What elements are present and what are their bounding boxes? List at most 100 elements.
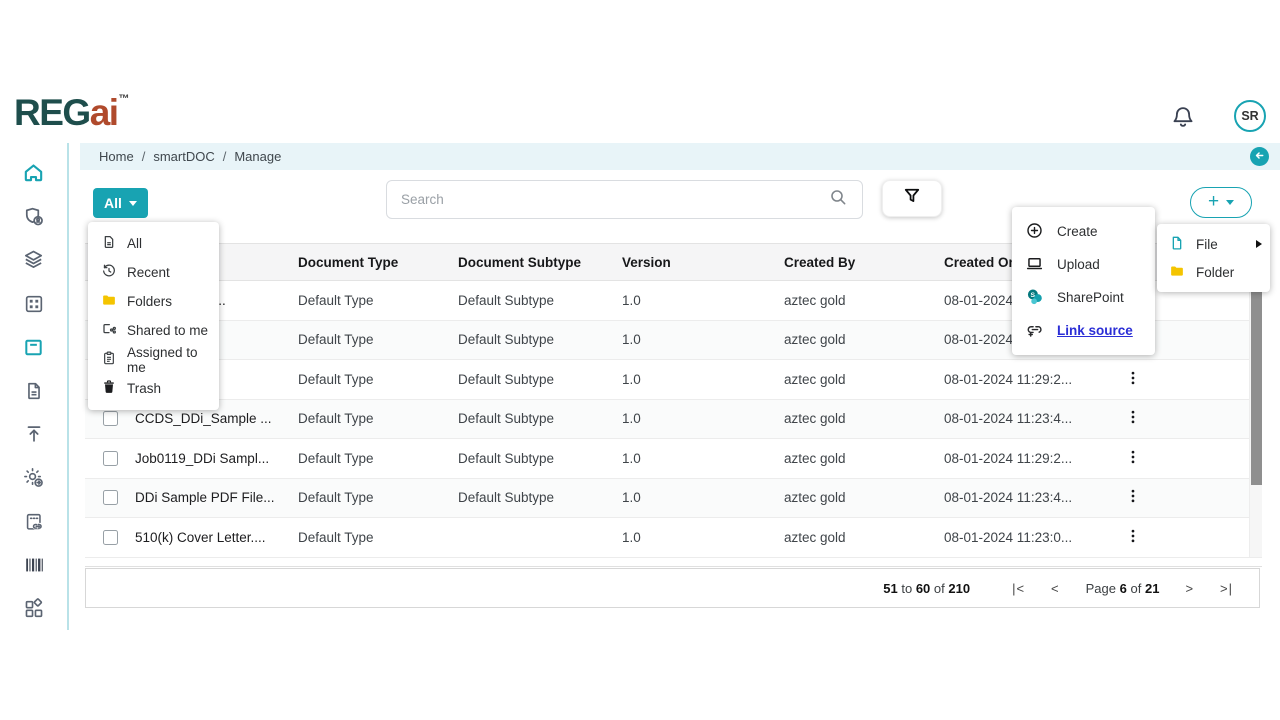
- sidebar-item-components[interactable]: [0, 587, 67, 631]
- pagination-bar: 51 to 60 of 210 |< < Page 6 of 21 > >|: [85, 568, 1260, 608]
- cell-created-by: aztec gold: [784, 372, 944, 387]
- menu-item-assigned-to-me[interactable]: Assigned to me: [88, 345, 219, 374]
- sidebar-item-home[interactable]: [0, 151, 67, 195]
- kebab-icon[interactable]: [1126, 408, 1140, 429]
- cell-created-on: 08-01-2024 11:29:2...: [944, 372, 1122, 387]
- scrollbar-thumb[interactable]: [1251, 287, 1262, 485]
- barcode-icon: [23, 554, 45, 576]
- app-logo: REGai™: [14, 94, 130, 131]
- cell-type: Default Type: [298, 530, 458, 545]
- logo-primary: REG: [14, 92, 90, 133]
- table-row[interactable]: DDi Sample PDF File... Default Type Defa…: [85, 479, 1262, 519]
- menu-item-sharepoint[interactable]: S SharePoint: [1012, 281, 1155, 314]
- sidebar-item-layers[interactable]: [0, 238, 67, 282]
- sidebar-item-apps[interactable]: [0, 282, 67, 326]
- last-page-button[interactable]: >|: [1220, 581, 1233, 596]
- table-row[interactable]: CCDS_DDi... Default Type Default Subtype…: [85, 360, 1262, 400]
- cell-subtype: Default Subtype: [458, 372, 622, 387]
- sidebar-item-documents[interactable]: [0, 325, 67, 369]
- row-checkbox[interactable]: [103, 530, 118, 545]
- menu-item-trash[interactable]: Trash: [88, 374, 219, 403]
- breadcrumb-manage[interactable]: Manage: [234, 149, 281, 164]
- search-input[interactable]: [401, 192, 828, 207]
- cell-name: DDi Sample PDF File...: [135, 490, 298, 505]
- cell-created-by: aztec gold: [784, 451, 944, 466]
- sidebar-item-barcode[interactable]: [0, 543, 67, 587]
- page-total: 21: [1145, 581, 1159, 596]
- notifications-button[interactable]: [1170, 103, 1196, 131]
- menu-item-label: Shared to me: [127, 323, 208, 338]
- avatar[interactable]: SR: [1234, 100, 1266, 132]
- next-page-button[interactable]: >: [1185, 581, 1194, 596]
- cell-subtype: Default Subtype: [458, 451, 622, 466]
- laptop-icon: [1025, 254, 1044, 276]
- column-header-subtype[interactable]: Document Subtype: [458, 255, 622, 270]
- link-plus-icon: [1025, 320, 1044, 342]
- menu-item-label[interactable]: Link source: [1057, 323, 1133, 338]
- sidebar-item-settings[interactable]: [0, 456, 67, 500]
- table-row[interactable]: 510(k) Cover Letter.... Default Type 1.0…: [85, 518, 1262, 558]
- chevron-down-icon: [129, 201, 137, 206]
- plus-icon: +: [1208, 192, 1219, 211]
- kebab-icon[interactable]: [1126, 527, 1140, 548]
- column-header-created-by[interactable]: Created By: [784, 255, 944, 270]
- cell-created-on: 08-01-2024 11:29:2...: [944, 451, 1122, 466]
- sidebar-item-doc-link[interactable]: [0, 500, 67, 544]
- cell-created-on: 08-01-2024 11:23:0...: [944, 530, 1122, 545]
- filter-button[interactable]: [882, 180, 942, 217]
- breadcrumb-smartdoc[interactable]: smartDOC: [153, 149, 214, 164]
- kebab-icon[interactable]: [1126, 448, 1140, 469]
- table-row[interactable]: CCDS_DDi_Sample ... Default Type Default…: [85, 400, 1262, 440]
- cell-version: 1.0: [622, 293, 784, 308]
- breadcrumb-home[interactable]: Home: [99, 149, 134, 164]
- svg-text:S: S: [1031, 291, 1036, 298]
- submenu-item-file[interactable]: File: [1157, 230, 1270, 258]
- menu-item-upload[interactable]: Upload: [1012, 248, 1155, 281]
- cell-type: Default Type: [298, 451, 458, 466]
- menu-item-all[interactable]: All: [88, 229, 219, 258]
- cell-type: Default Type: [298, 490, 458, 505]
- clipboard-icon: [101, 350, 117, 369]
- range-from: 51: [883, 581, 897, 596]
- prev-page-button[interactable]: <: [1051, 581, 1060, 596]
- menu-item-recent[interactable]: Recent: [88, 258, 219, 287]
- row-checkbox[interactable]: [103, 411, 118, 426]
- add-button[interactable]: +: [1190, 187, 1252, 218]
- range-total: 210: [948, 581, 970, 596]
- sidebar-item-admin[interactable]: [0, 195, 67, 239]
- menu-item-folders[interactable]: Folders: [88, 287, 219, 316]
- menu-item-label: Create: [1057, 224, 1098, 239]
- submenu-item-folder[interactable]: Folder: [1157, 258, 1270, 286]
- table-scrollbar[interactable]: [1249, 282, 1262, 557]
- pagination-controls: |< < Page 6 of 21 > >|: [1012, 581, 1233, 596]
- column-header-version[interactable]: Version: [622, 255, 784, 270]
- cell-version: 1.0: [622, 530, 784, 545]
- search-icon[interactable]: [828, 187, 848, 212]
- menu-item-create[interactable]: Create: [1012, 215, 1155, 248]
- page-current: 6: [1120, 581, 1127, 596]
- page-of-word: of: [1131, 581, 1142, 596]
- menu-item-link-source[interactable]: Link source: [1012, 314, 1155, 347]
- menu-item-label: SharePoint: [1057, 290, 1124, 305]
- chevron-down-icon: [1226, 200, 1234, 205]
- cell-subtype: Default Subtype: [458, 490, 622, 505]
- partial-next-row: [85, 558, 1262, 567]
- folder-icon: [1169, 263, 1185, 282]
- cell-version: 1.0: [622, 411, 784, 426]
- apps-grid-icon: [23, 293, 45, 315]
- scope-filter-button[interactable]: All: [93, 188, 148, 218]
- back-button[interactable]: [1250, 147, 1269, 166]
- menu-item-shared-to-me[interactable]: Shared to me: [88, 316, 219, 345]
- row-checkbox[interactable]: [103, 451, 118, 466]
- table-row[interactable]: Job0119_DDi Sampl... Default Type Defaul…: [85, 439, 1262, 479]
- kebab-icon[interactable]: [1126, 487, 1140, 508]
- range-to: 60: [916, 581, 930, 596]
- sidebar-item-files[interactable]: [0, 369, 67, 413]
- sidebar-item-upload[interactable]: [0, 413, 67, 457]
- column-header-type[interactable]: Document Type: [298, 255, 458, 270]
- row-checkbox[interactable]: [103, 490, 118, 505]
- kebab-icon[interactable]: [1126, 369, 1140, 390]
- cell-created-by: aztec gold: [784, 490, 944, 505]
- cell-created-by: aztec gold: [784, 530, 944, 545]
- first-page-button[interactable]: |<: [1012, 581, 1025, 596]
